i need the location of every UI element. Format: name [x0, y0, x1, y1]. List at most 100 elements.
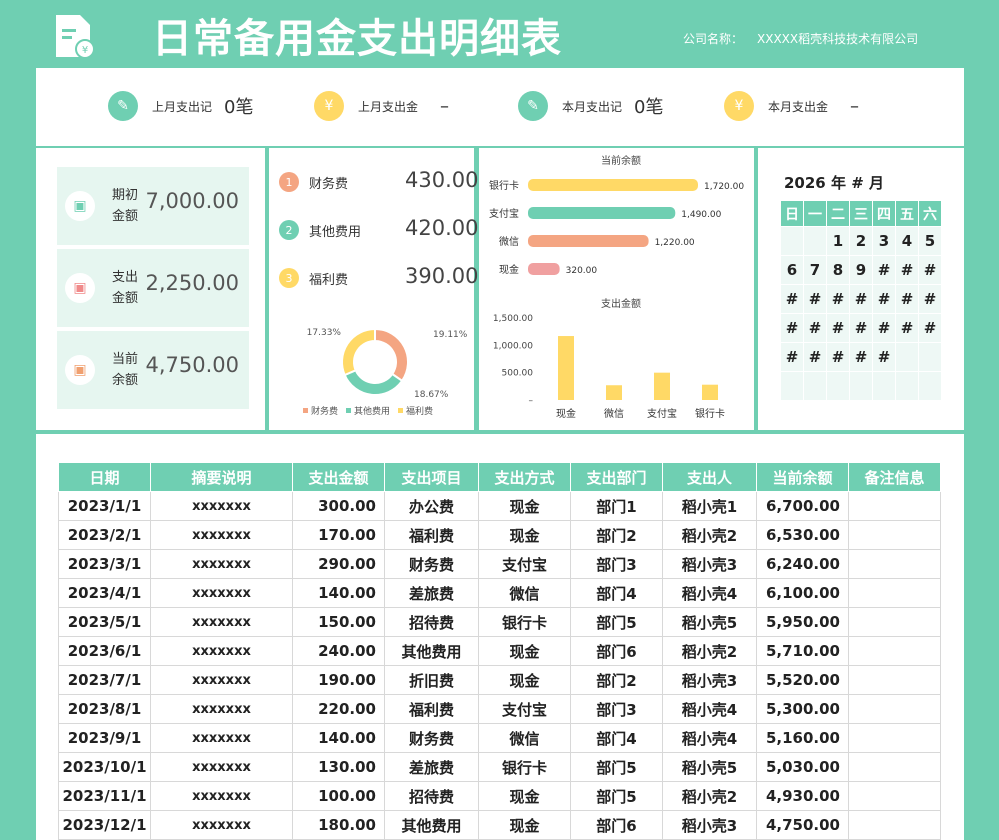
calendar-day[interactable]	[780, 226, 804, 256]
cell-date[interactable]: 2023/5/1	[58, 607, 151, 637]
cell-person[interactable]: 稻小壳1	[662, 491, 757, 521]
cell-balance[interactable]: 5,300.00	[756, 694, 849, 724]
cell-department[interactable]: 部门5	[570, 752, 663, 782]
column-header-person[interactable]: 支出人	[662, 462, 757, 492]
cell-amount[interactable]: 140.00	[292, 578, 385, 608]
cell-summary[interactable]: xxxxxxx	[150, 549, 293, 579]
calendar-day[interactable]: #	[803, 342, 827, 372]
calendar-day[interactable]: 9	[849, 255, 873, 285]
calendar-day[interactable]: #	[780, 284, 804, 314]
cell-balance[interactable]: 5,030.00	[756, 752, 849, 782]
cell-department[interactable]: 部门6	[570, 636, 663, 666]
cell-person[interactable]: 稻小壳3	[662, 665, 757, 695]
cell-method[interactable]: 微信	[478, 578, 571, 608]
cell-method[interactable]: 现金	[478, 665, 571, 695]
cell-balance[interactable]: 6,240.00	[756, 549, 849, 579]
calendar-day[interactable]	[803, 371, 827, 401]
calendar-day[interactable]: 8	[826, 255, 850, 285]
cell-date[interactable]: 2023/2/1	[58, 520, 151, 550]
cell-date[interactable]: 2023/12/1	[58, 810, 151, 840]
calendar-day[interactable]: #	[826, 284, 850, 314]
cell-department[interactable]: 部门2	[570, 520, 663, 550]
cell-remarks[interactable]	[848, 694, 941, 724]
cell-summary[interactable]: xxxxxxx	[150, 520, 293, 550]
calendar-day[interactable]: #	[895, 284, 919, 314]
cell-remarks[interactable]	[848, 607, 941, 637]
cell-amount[interactable]: 150.00	[292, 607, 385, 637]
cell-department[interactable]: 部门4	[570, 723, 663, 753]
cell-date[interactable]: 2023/7/1	[58, 665, 151, 695]
cell-person[interactable]: 稻小壳4	[662, 694, 757, 724]
cell-method[interactable]: 支付宝	[478, 694, 571, 724]
column-header-amount[interactable]: 支出金额	[292, 462, 385, 492]
calendar-day[interactable]	[918, 371, 942, 401]
calendar-day[interactable]	[895, 342, 919, 372]
column-header-date[interactable]: 日期	[58, 462, 151, 492]
column-header-balance[interactable]: 当前余额	[756, 462, 849, 492]
cell-summary[interactable]: xxxxxxx	[150, 723, 293, 753]
cell-method[interactable]: 微信	[478, 723, 571, 753]
calendar-day[interactable]: 3	[872, 226, 896, 256]
cell-amount[interactable]: 130.00	[292, 752, 385, 782]
cell-person[interactable]: 稻小壳2	[662, 636, 757, 666]
cell-remarks[interactable]	[848, 665, 941, 695]
cell-balance[interactable]: 6,100.00	[756, 578, 849, 608]
cell-date[interactable]: 2023/9/1	[58, 723, 151, 753]
cell-item[interactable]: 财务费	[384, 723, 479, 753]
cell-amount[interactable]: 100.00	[292, 781, 385, 811]
cell-item[interactable]: 其他费用	[384, 636, 479, 666]
cell-item[interactable]: 福利费	[384, 694, 479, 724]
cell-balance[interactable]: 6,700.00	[756, 491, 849, 521]
cell-balance[interactable]: 5,710.00	[756, 636, 849, 666]
cell-date[interactable]: 2023/11/1	[58, 781, 151, 811]
calendar-day[interactable]: #	[803, 313, 827, 343]
calendar-day[interactable]	[780, 371, 804, 401]
cell-method[interactable]: 银行卡	[478, 752, 571, 782]
calendar-day[interactable]: #	[895, 255, 919, 285]
cell-summary[interactable]: xxxxxxx	[150, 665, 293, 695]
cell-method[interactable]: 银行卡	[478, 607, 571, 637]
calendar-day[interactable]: #	[918, 255, 942, 285]
cell-person[interactable]: 稻小壳2	[662, 520, 757, 550]
cell-person[interactable]: 稻小壳2	[662, 781, 757, 811]
calendar-day[interactable]	[872, 371, 896, 401]
calendar-day[interactable]: 5	[918, 226, 942, 256]
cell-person[interactable]: 稻小壳5	[662, 607, 757, 637]
cell-amount[interactable]: 170.00	[292, 520, 385, 550]
calendar-day[interactable]: #	[780, 313, 804, 343]
column-header-remarks[interactable]: 备注信息	[848, 462, 941, 492]
calendar-day[interactable]: #	[872, 342, 896, 372]
cell-amount[interactable]: 300.00	[292, 491, 385, 521]
cell-department[interactable]: 部门1	[570, 491, 663, 521]
calendar-day[interactable]: 2	[849, 226, 873, 256]
cell-item[interactable]: 差旅费	[384, 752, 479, 782]
cell-remarks[interactable]	[848, 752, 941, 782]
cell-item[interactable]: 办公费	[384, 491, 479, 521]
cell-method[interactable]: 现金	[478, 781, 571, 811]
cell-person[interactable]: 稻小壳5	[662, 752, 757, 782]
column-header-summary[interactable]: 摘要说明	[150, 462, 293, 492]
calendar-day[interactable]: #	[918, 313, 942, 343]
calendar-day[interactable]: 1	[826, 226, 850, 256]
cell-department[interactable]: 部门2	[570, 665, 663, 695]
cell-remarks[interactable]	[848, 636, 941, 666]
calendar-day[interactable]: 6	[780, 255, 804, 285]
cell-item[interactable]: 其他费用	[384, 810, 479, 840]
cell-date[interactable]: 2023/8/1	[58, 694, 151, 724]
cell-method[interactable]: 现金	[478, 810, 571, 840]
cell-item[interactable]: 折旧费	[384, 665, 479, 695]
cell-item[interactable]: 福利费	[384, 520, 479, 550]
calendar-day[interactable]: #	[849, 313, 873, 343]
cell-department[interactable]: 部门3	[570, 549, 663, 579]
calendar-day[interactable]: #	[826, 342, 850, 372]
calendar-day[interactable]: #	[918, 284, 942, 314]
calendar-day[interactable]	[918, 342, 942, 372]
cell-item[interactable]: 招待费	[384, 607, 479, 637]
calendar-day[interactable]: #	[872, 255, 896, 285]
cell-date[interactable]: 2023/4/1	[58, 578, 151, 608]
cell-department[interactable]: 部门5	[570, 781, 663, 811]
cell-item[interactable]: 招待费	[384, 781, 479, 811]
calendar-day[interactable]: #	[803, 284, 827, 314]
cell-balance[interactable]: 5,520.00	[756, 665, 849, 695]
cell-balance[interactable]: 5,950.00	[756, 607, 849, 637]
